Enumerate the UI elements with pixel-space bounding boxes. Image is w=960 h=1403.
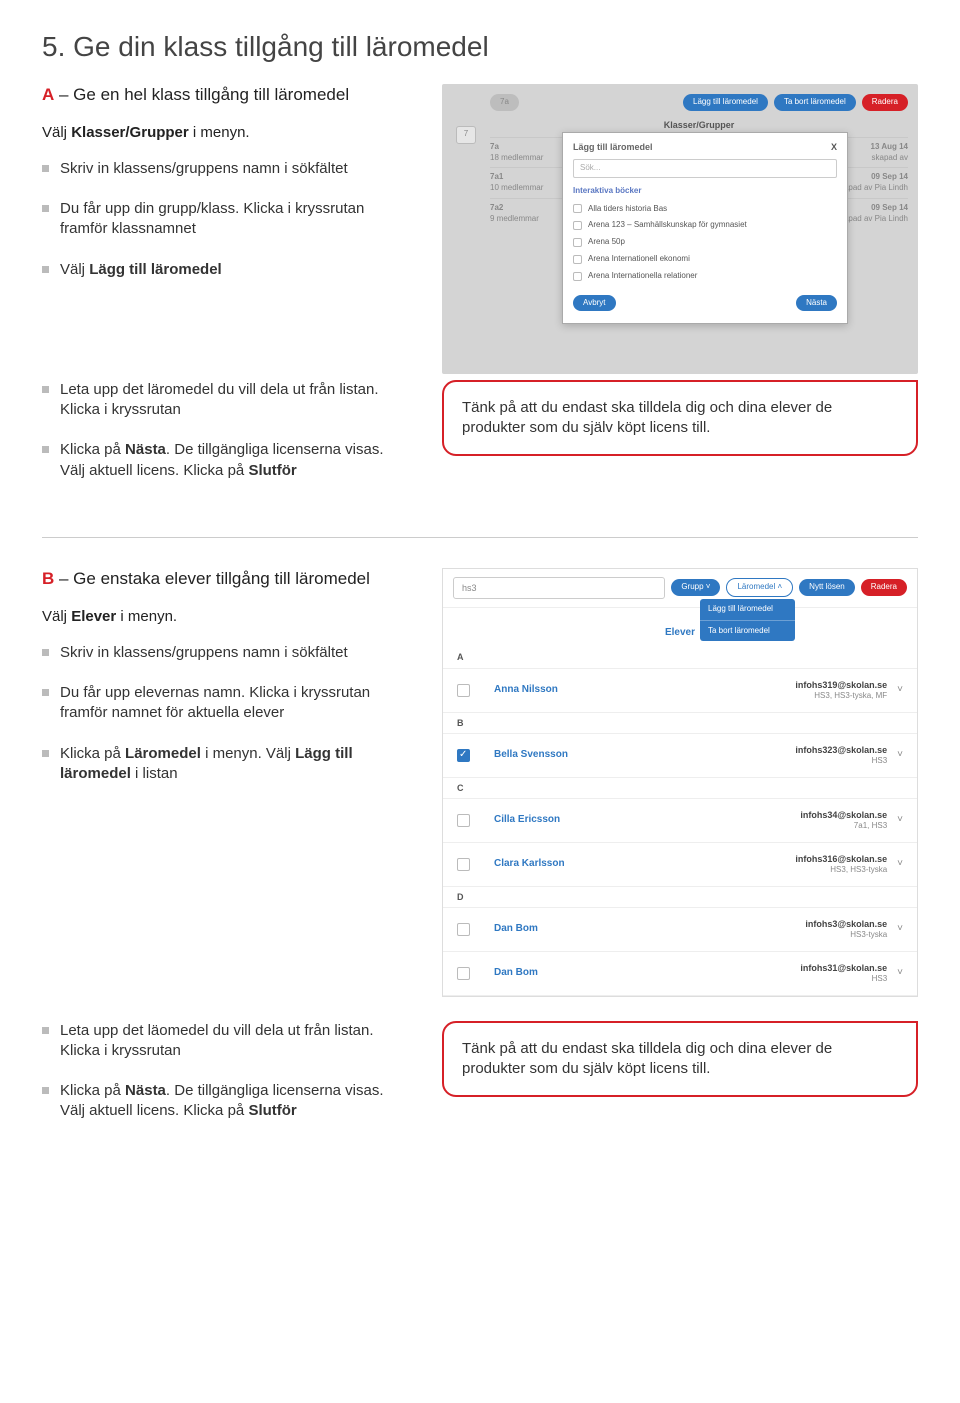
section-letter: D xyxy=(443,887,917,908)
list-header: Elever xyxy=(443,608,917,648)
student-row[interactable]: Anna Nilssoninfohs319@skolan.seHS3, HS3-… xyxy=(443,669,917,713)
cancel-button[interactable]: Avbryt xyxy=(573,295,616,312)
checkbox-icon[interactable] xyxy=(573,255,582,264)
list-item: Leta upp det läomedel du vill dela ut fr… xyxy=(42,1021,412,1062)
student-row[interactable]: Dan Bominfohs3@skolan.seHS3-tyska˅ xyxy=(443,908,917,952)
chevron-down-icon[interactable]: ˅ xyxy=(897,922,903,936)
checkbox-icon[interactable] xyxy=(457,684,470,697)
side-tab[interactable]: 7 xyxy=(456,126,476,144)
section-a-intro: Välj Klasser/Grupper i menyn. xyxy=(42,123,412,143)
dropdown-item-add[interactable]: Lägg till läromedel xyxy=(700,599,795,620)
list-item: Klicka på Läromedel i menyn. Välj Lägg t… xyxy=(42,744,412,785)
list-item: Välj Lägg till läromedel xyxy=(42,260,412,280)
checkbox-icon[interactable] xyxy=(457,814,470,827)
modal-option[interactable]: Arena 50p xyxy=(573,234,837,251)
checkbox-icon[interactable] xyxy=(573,221,582,230)
callout-note: Tänk på att du endast ska tilldela dig o… xyxy=(442,380,918,457)
modal-option[interactable]: Arena Internationella relationer xyxy=(573,268,837,285)
screenshot-modal: 7a Lägg till läromedel Ta bort läromedel… xyxy=(442,84,918,374)
chevron-down-icon[interactable]: ˅ xyxy=(897,857,903,871)
callout-note: Tänk på att du endast ska tilldela dig o… xyxy=(442,1021,918,1098)
section-b-label: B – Ge enstaka elever tillgång till läro… xyxy=(42,568,412,591)
list-item: Skriv in klassens/gruppens namn i sökfäl… xyxy=(42,159,412,179)
list-item: Klicka på Nästa. De tillgängliga license… xyxy=(42,1081,412,1122)
search-pill[interactable]: 7a xyxy=(490,94,519,111)
chevron-down-icon[interactable]: ˅ xyxy=(897,683,903,697)
student-row[interactable]: Clara Karlssoninfohs316@skolan.seHS3, HS… xyxy=(443,843,917,887)
checkbox-icon[interactable] xyxy=(457,858,470,871)
divider xyxy=(42,537,918,538)
modal-option[interactable]: Alla tiders historia Bas xyxy=(573,201,837,218)
laromedel-button[interactable]: Läromedel ˄ xyxy=(726,578,793,597)
chevron-down-icon[interactable]: ˅ xyxy=(897,966,903,980)
section-letter: B xyxy=(443,713,917,734)
page-title: 5. Ge din klass tillgång till läromedel xyxy=(42,28,918,66)
student-row[interactable]: Bella Svenssoninfohs323@skolan.seHS3˅ xyxy=(443,734,917,778)
add-button[interactable]: Lägg till läromedel xyxy=(683,94,768,111)
dropdown-item-remove[interactable]: Ta bort läromedel xyxy=(700,620,795,642)
checkbox-icon[interactable] xyxy=(573,272,582,281)
checkbox-icon[interactable] xyxy=(573,204,582,213)
modal-option[interactable]: Arena Internationell ekonomi xyxy=(573,251,837,268)
section-letter: C xyxy=(443,778,917,799)
delete-button[interactable]: Radera xyxy=(861,579,907,596)
modal-title: Lägg till läromedel xyxy=(573,141,653,153)
list-item: Du får upp elevernas namn. Klicka i krys… xyxy=(42,683,412,724)
section-letter: A xyxy=(443,647,917,668)
checkbox-icon[interactable] xyxy=(457,749,470,762)
student-row[interactable]: Cilla Ericssoninfohs34@skolan.se7a1, HS3… xyxy=(443,799,917,843)
modal-dialog: Lägg till läromedel X Sök... Interaktiva … xyxy=(562,132,848,325)
chevron-down-icon[interactable]: ˅ xyxy=(897,813,903,827)
section-b-intro: Välj Elever i menyn. xyxy=(42,607,412,627)
remove-button[interactable]: Ta bort läromedel xyxy=(774,94,856,111)
chevron-down-icon[interactable]: ˅ xyxy=(897,748,903,762)
modal-search-input[interactable]: Sök... xyxy=(573,159,837,178)
group-button[interactable]: Grupp ˅ xyxy=(671,579,720,596)
list-item: Leta upp det läromedel du vill dela ut f… xyxy=(42,380,412,421)
search-input[interactable]: hs3 xyxy=(453,577,665,599)
list-item: Du får upp din grupp/klass. Klicka i kry… xyxy=(42,199,412,240)
next-button[interactable]: Nästa xyxy=(796,295,837,312)
list-item: Klicka på Nästa. De tillgängliga license… xyxy=(42,440,412,481)
modal-option[interactable]: Arena 123 – Samhällskunskap för gymnasie… xyxy=(573,217,837,234)
modal-category: Interaktiva böcker xyxy=(573,186,837,197)
laromedel-dropdown: Lägg till läromedel Ta bort läromedel xyxy=(700,599,795,642)
list-item: Skriv in klassens/gruppens namn i sökfäl… xyxy=(42,643,412,663)
section-a-label: A – Ge en hel klass tillgång till lärome… xyxy=(42,84,412,107)
student-row[interactable]: Dan Bominfohs31@skolan.seHS3˅ xyxy=(443,952,917,996)
checkbox-icon[interactable] xyxy=(457,923,470,936)
checkbox-icon[interactable] xyxy=(457,967,470,980)
password-button[interactable]: Nytt lösen xyxy=(799,579,855,596)
checkbox-icon[interactable] xyxy=(573,238,582,247)
bg-header: Klasser/Grupper xyxy=(490,119,908,131)
close-icon[interactable]: X xyxy=(831,141,837,153)
screenshot-list: hs3 Grupp ˅ Läromedel ˄ Nytt lösen Rader… xyxy=(442,568,918,997)
delete-button[interactable]: Radera xyxy=(862,94,908,111)
